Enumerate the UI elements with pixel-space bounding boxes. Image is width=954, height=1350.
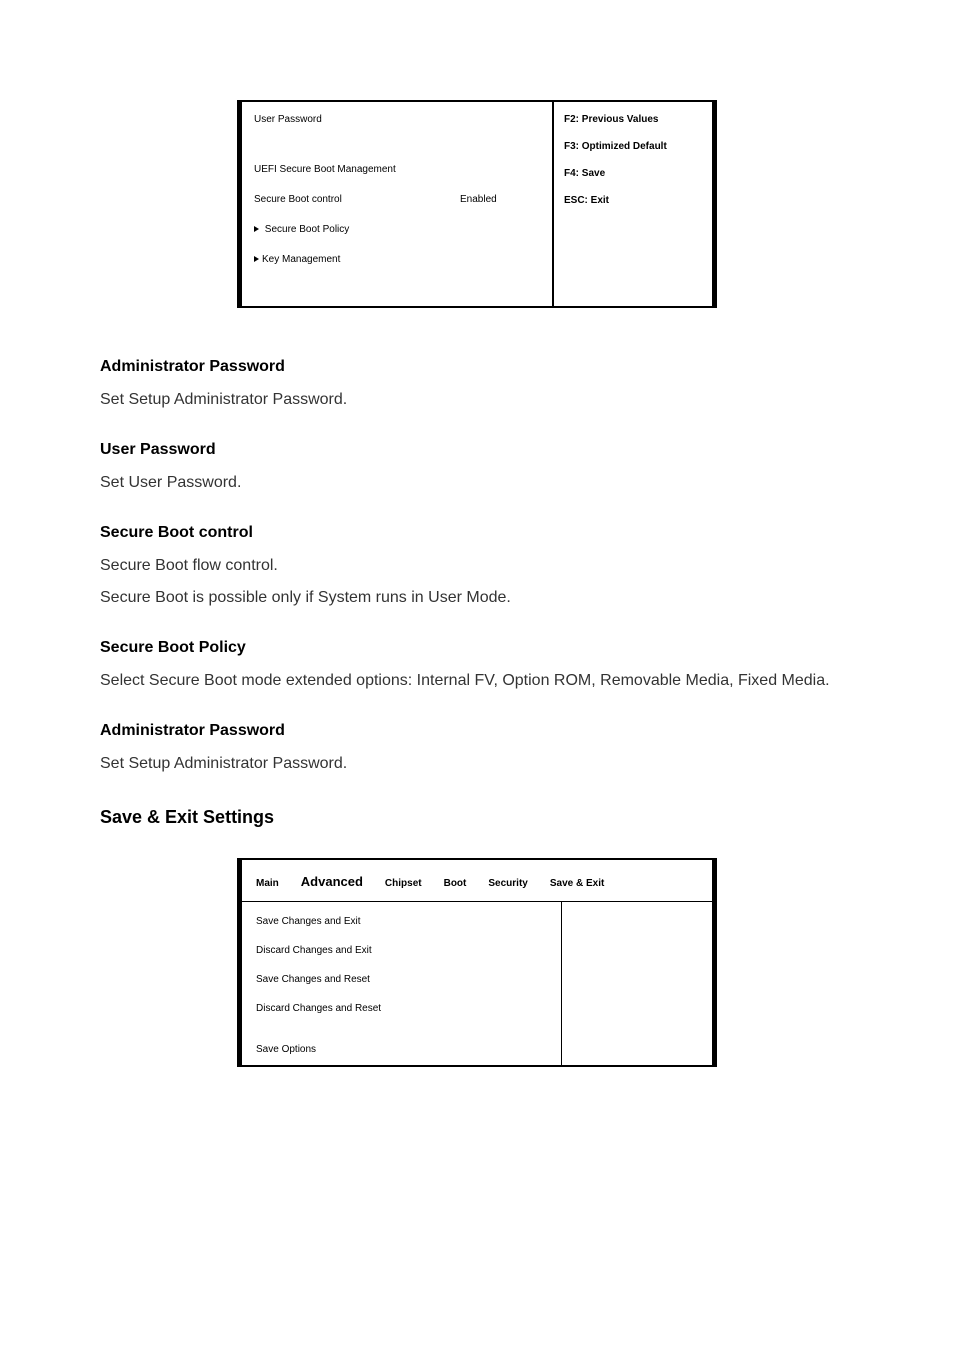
bios-item-key-management[interactable]: Key Management [254,254,540,266]
arrow-icon [254,256,259,262]
tab-advanced[interactable]: Advanced [301,874,363,889]
bios-save-exit-box: Main Advanced Chipset Boot Security Save… [237,858,717,1067]
item-save-changes-reset[interactable]: Save Changes and Reset [256,974,547,985]
bios-tab-bar: Main Advanced Chipset Boot Security Save… [242,860,712,902]
section-body: Secure Boot is possible only if System r… [100,584,854,611]
bios-help-panel: F2: Previous Values F3: Optimized Defaul… [552,102,712,306]
key-management-label: Key Management [262,254,340,265]
section-administrator-password-2: Administrator Password Set Setup Adminis… [100,722,854,777]
arrow-icon [254,226,259,232]
help-f4: F4: Save [564,168,702,179]
secure-boot-policy-label: Secure Boot Policy [265,224,350,235]
item-discard-changes-reset[interactable]: Discard Changes and Reset [256,1003,547,1014]
help-f2: F2: Previous Values [564,114,702,125]
section-body: Set Setup Administrator Password. [100,750,854,777]
section-user-password: User Password Set User Password. [100,441,854,496]
section-body: Select Secure Boot mode extended options… [100,667,854,694]
bios-security-box: User Password UEFI Secure Boot Managemen… [237,100,717,308]
save-exit-list: Save Changes and Exit Discard Changes an… [242,902,561,1065]
save-exit-heading: Save & Exit Settings [100,807,854,828]
secure-boot-control-label: Secure Boot control [254,194,460,206]
item-save-options: Save Options [256,1044,547,1055]
section-title: User Password [100,441,854,459]
section-body: Secure Boot flow control. [100,552,854,579]
tab-security[interactable]: Security [488,878,527,889]
bios-item-user-password[interactable]: User Password [254,114,540,126]
section-secure-boot-policy: Secure Boot Policy Select Secure Boot mo… [100,639,854,694]
tab-boot[interactable]: Boot [444,878,467,889]
section-title: Administrator Password [100,722,854,740]
item-discard-changes-exit[interactable]: Discard Changes and Exit [256,945,547,956]
section-title: Administrator Password [100,358,854,376]
tab-main[interactable]: Main [256,878,279,889]
bios-item-uefi-secure-boot-mgmt: UEFI Secure Boot Management [254,164,540,176]
section-administrator-password: Administrator Password Set Setup Adminis… [100,358,854,413]
help-esc: ESC: Exit [564,195,702,206]
tab-chipset[interactable]: Chipset [385,878,422,889]
section-title: Secure Boot Policy [100,639,854,657]
section-title: Secure Boot control [100,524,854,542]
section-secure-boot-control: Secure Boot control Secure Boot flow con… [100,524,854,610]
bios-item-secure-boot-control[interactable]: Secure Boot control Enabled [254,194,540,206]
secure-boot-control-value: Enabled [460,194,540,206]
help-f3: F3: Optimized Default [564,141,702,152]
section-body: Set User Password. [100,469,854,496]
bios-security-left-panel: User Password UEFI Secure Boot Managemen… [242,102,552,306]
bios-item-secure-boot-policy[interactable]: Secure Boot Policy [254,224,540,236]
item-save-changes-exit[interactable]: Save Changes and Exit [256,916,547,927]
section-body: Set Setup Administrator Password. [100,386,854,413]
tab-save-exit[interactable]: Save & Exit [550,878,604,889]
save-exit-help-panel [561,902,712,1065]
